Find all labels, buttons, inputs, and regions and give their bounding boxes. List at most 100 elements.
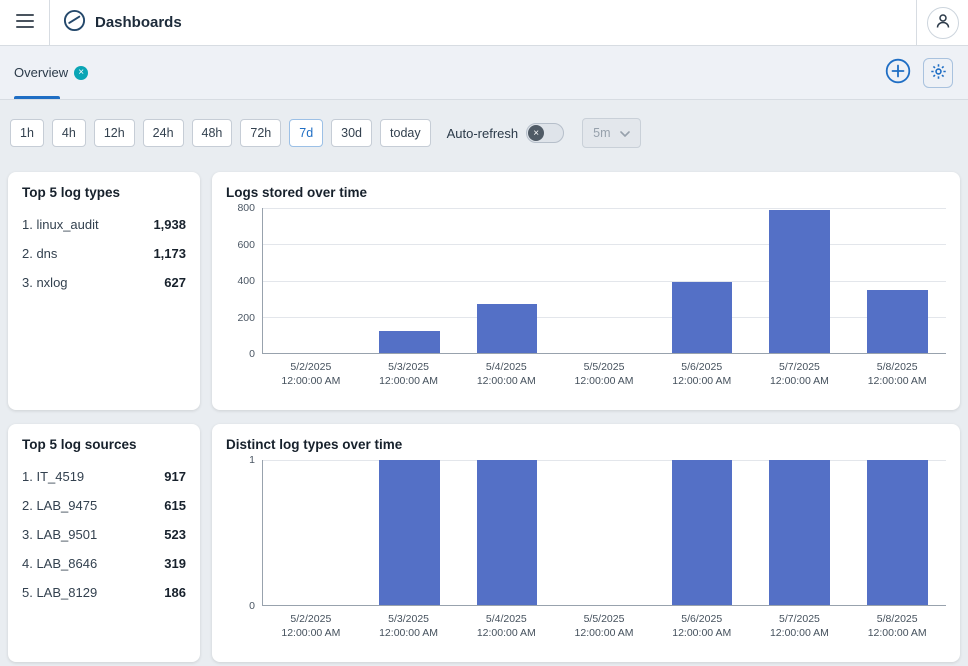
bar-slot bbox=[653, 208, 751, 353]
x-tick-label: 5/6/2025 12:00:00 AM bbox=[653, 360, 751, 390]
user-icon bbox=[934, 12, 952, 33]
time-range-button[interactable]: today bbox=[380, 119, 431, 147]
x-tick-label: 5/8/2025 12:00:00 AM bbox=[848, 612, 946, 642]
chart-plot-area bbox=[262, 460, 946, 606]
bar[interactable] bbox=[379, 460, 439, 605]
item-label: 1. IT_4519 bbox=[22, 469, 84, 484]
bar[interactable] bbox=[769, 210, 829, 353]
app-root: Dashboards Overview × bbox=[0, 0, 968, 662]
time-range-button[interactable]: 4h bbox=[52, 119, 86, 147]
item-value: 319 bbox=[164, 556, 186, 571]
time-range-toolbar: 1h 4h 12h 24h 48h 72h 7d 30d today Auto-… bbox=[0, 118, 968, 148]
x-tick-label: 5/7/2025 12:00:00 AM bbox=[751, 360, 849, 390]
hamburger-menu-icon bbox=[15, 13, 35, 32]
list-item[interactable]: 4. LAB_8646 319 bbox=[22, 549, 186, 578]
toggle-knob-off-icon: × bbox=[528, 125, 544, 141]
item-value: 186 bbox=[164, 585, 186, 600]
add-page-button[interactable] bbox=[885, 58, 911, 87]
bar[interactable] bbox=[672, 460, 732, 605]
list-item[interactable]: 3. nxlog 627 bbox=[22, 268, 186, 297]
item-value: 1,173 bbox=[153, 246, 186, 261]
log-sources-list: 1. IT_4519 917 2. LAB_9475 615 3. LAB_95… bbox=[22, 462, 186, 607]
item-label: 3. LAB_9501 bbox=[22, 527, 97, 542]
chevron-down-icon bbox=[620, 126, 630, 140]
y-tick-label: 400 bbox=[237, 275, 255, 287]
refresh-interval-select[interactable]: 5m bbox=[582, 118, 640, 148]
time-range-button[interactable]: 7d bbox=[289, 119, 323, 147]
bars-row bbox=[263, 208, 946, 353]
list-item[interactable]: 2. dns 1,173 bbox=[22, 239, 186, 268]
list-item[interactable]: 5. LAB_8129 186 bbox=[22, 578, 186, 607]
item-label: 2. dns bbox=[22, 246, 57, 261]
sidebar-toggle-button[interactable] bbox=[0, 0, 50, 45]
bar-slot bbox=[653, 460, 751, 605]
dashboard-content: 1h 4h 12h 24h 48h 72h 7d 30d today Auto-… bbox=[0, 100, 968, 662]
item-value: 627 bbox=[164, 275, 186, 290]
bar-slot bbox=[458, 460, 556, 605]
tab-close-icon[interactable]: × bbox=[74, 66, 88, 80]
auto-refresh-toggle[interactable]: × bbox=[526, 123, 564, 143]
x-tick-label: 5/6/2025 12:00:00 AM bbox=[653, 612, 751, 642]
item-label: 2. LAB_9475 bbox=[22, 498, 97, 513]
item-value: 615 bbox=[164, 498, 186, 513]
y-axis-labels: 0200400600800 bbox=[226, 208, 262, 354]
x-tick-label: 5/4/2025 12:00:00 AM bbox=[457, 360, 555, 390]
auto-refresh-label: Auto-refresh bbox=[447, 126, 519, 141]
y-axis-labels: 01 bbox=[226, 460, 262, 606]
item-label: 1. linux_audit bbox=[22, 217, 99, 232]
bars-row bbox=[263, 460, 946, 605]
y-tick-label: 600 bbox=[237, 239, 255, 251]
logs-stored-card: Logs stored over time 0200400600800 5/2/… bbox=[212, 172, 960, 410]
plus-circle-icon bbox=[885, 58, 911, 87]
y-tick-label: 200 bbox=[237, 312, 255, 324]
distinct-log-types-chart: 01 5/2/2025 12:00:00 AM5/3/2025 12:00:00… bbox=[226, 460, 946, 642]
active-tab-indicator bbox=[14, 96, 60, 99]
bar[interactable] bbox=[769, 460, 829, 605]
x-tick-label: 5/4/2025 12:00:00 AM bbox=[457, 612, 555, 642]
x-tick-label: 5/3/2025 12:00:00 AM bbox=[360, 612, 458, 642]
time-range-button[interactable]: 1h bbox=[10, 119, 44, 147]
time-range-button[interactable]: 48h bbox=[192, 119, 233, 147]
x-tick-label: 5/3/2025 12:00:00 AM bbox=[360, 360, 458, 390]
list-item[interactable]: 3. LAB_9501 523 bbox=[22, 520, 186, 549]
item-label: 4. LAB_8646 bbox=[22, 556, 97, 571]
bar-slot bbox=[361, 460, 459, 605]
item-value: 1,938 bbox=[153, 217, 186, 232]
bar[interactable] bbox=[867, 290, 927, 353]
time-range-button[interactable]: 12h bbox=[94, 119, 135, 147]
user-area bbox=[916, 0, 968, 45]
bar[interactable] bbox=[379, 331, 439, 353]
logs-stored-chart: 0200400600800 5/2/2025 12:00:00 AM5/3/20… bbox=[226, 208, 946, 390]
user-avatar-button[interactable] bbox=[927, 7, 959, 39]
bar-slot bbox=[556, 208, 654, 353]
refresh-interval-value: 5m bbox=[593, 126, 610, 140]
tab-overview[interactable]: Overview × bbox=[0, 46, 98, 99]
top-log-types-card: Top 5 log types 1. linux_audit 1,938 2. … bbox=[8, 172, 200, 410]
distinct-log-types-card: Distinct log types over time 01 5/2/2025… bbox=[212, 424, 960, 662]
settings-button[interactable] bbox=[923, 58, 953, 88]
brand: Dashboards bbox=[63, 9, 182, 37]
x-tick-label: 5/8/2025 12:00:00 AM bbox=[848, 360, 946, 390]
top-bar: Dashboards bbox=[0, 0, 968, 46]
list-item[interactable]: 1. linux_audit 1,938 bbox=[22, 210, 186, 239]
chart-title: Distinct log types over time bbox=[226, 437, 946, 452]
x-tick-label: 5/5/2025 12:00:00 AM bbox=[555, 360, 653, 390]
bar-slot bbox=[751, 208, 849, 353]
bar[interactable] bbox=[477, 460, 537, 605]
widgets-grid: Top 5 log types 1. linux_audit 1,938 2. … bbox=[0, 172, 968, 662]
x-tick-label: 5/7/2025 12:00:00 AM bbox=[751, 612, 849, 642]
bar[interactable] bbox=[672, 282, 732, 353]
bar[interactable] bbox=[867, 460, 927, 605]
page-title: Dashboards bbox=[95, 14, 182, 31]
time-range-button[interactable]: 30d bbox=[331, 119, 372, 147]
bar-slot bbox=[556, 460, 654, 605]
time-range-button[interactable]: 72h bbox=[240, 119, 281, 147]
card-title: Top 5 log sources bbox=[22, 437, 186, 452]
x-tick-label: 5/5/2025 12:00:00 AM bbox=[555, 612, 653, 642]
list-item[interactable]: 1. IT_4519 917 bbox=[22, 462, 186, 491]
time-range-button[interactable]: 24h bbox=[143, 119, 184, 147]
tab-overview-label: Overview bbox=[14, 65, 68, 80]
list-item[interactable]: 2. LAB_9475 615 bbox=[22, 491, 186, 520]
bar[interactable] bbox=[477, 304, 537, 353]
tab-bar-actions bbox=[885, 58, 953, 88]
